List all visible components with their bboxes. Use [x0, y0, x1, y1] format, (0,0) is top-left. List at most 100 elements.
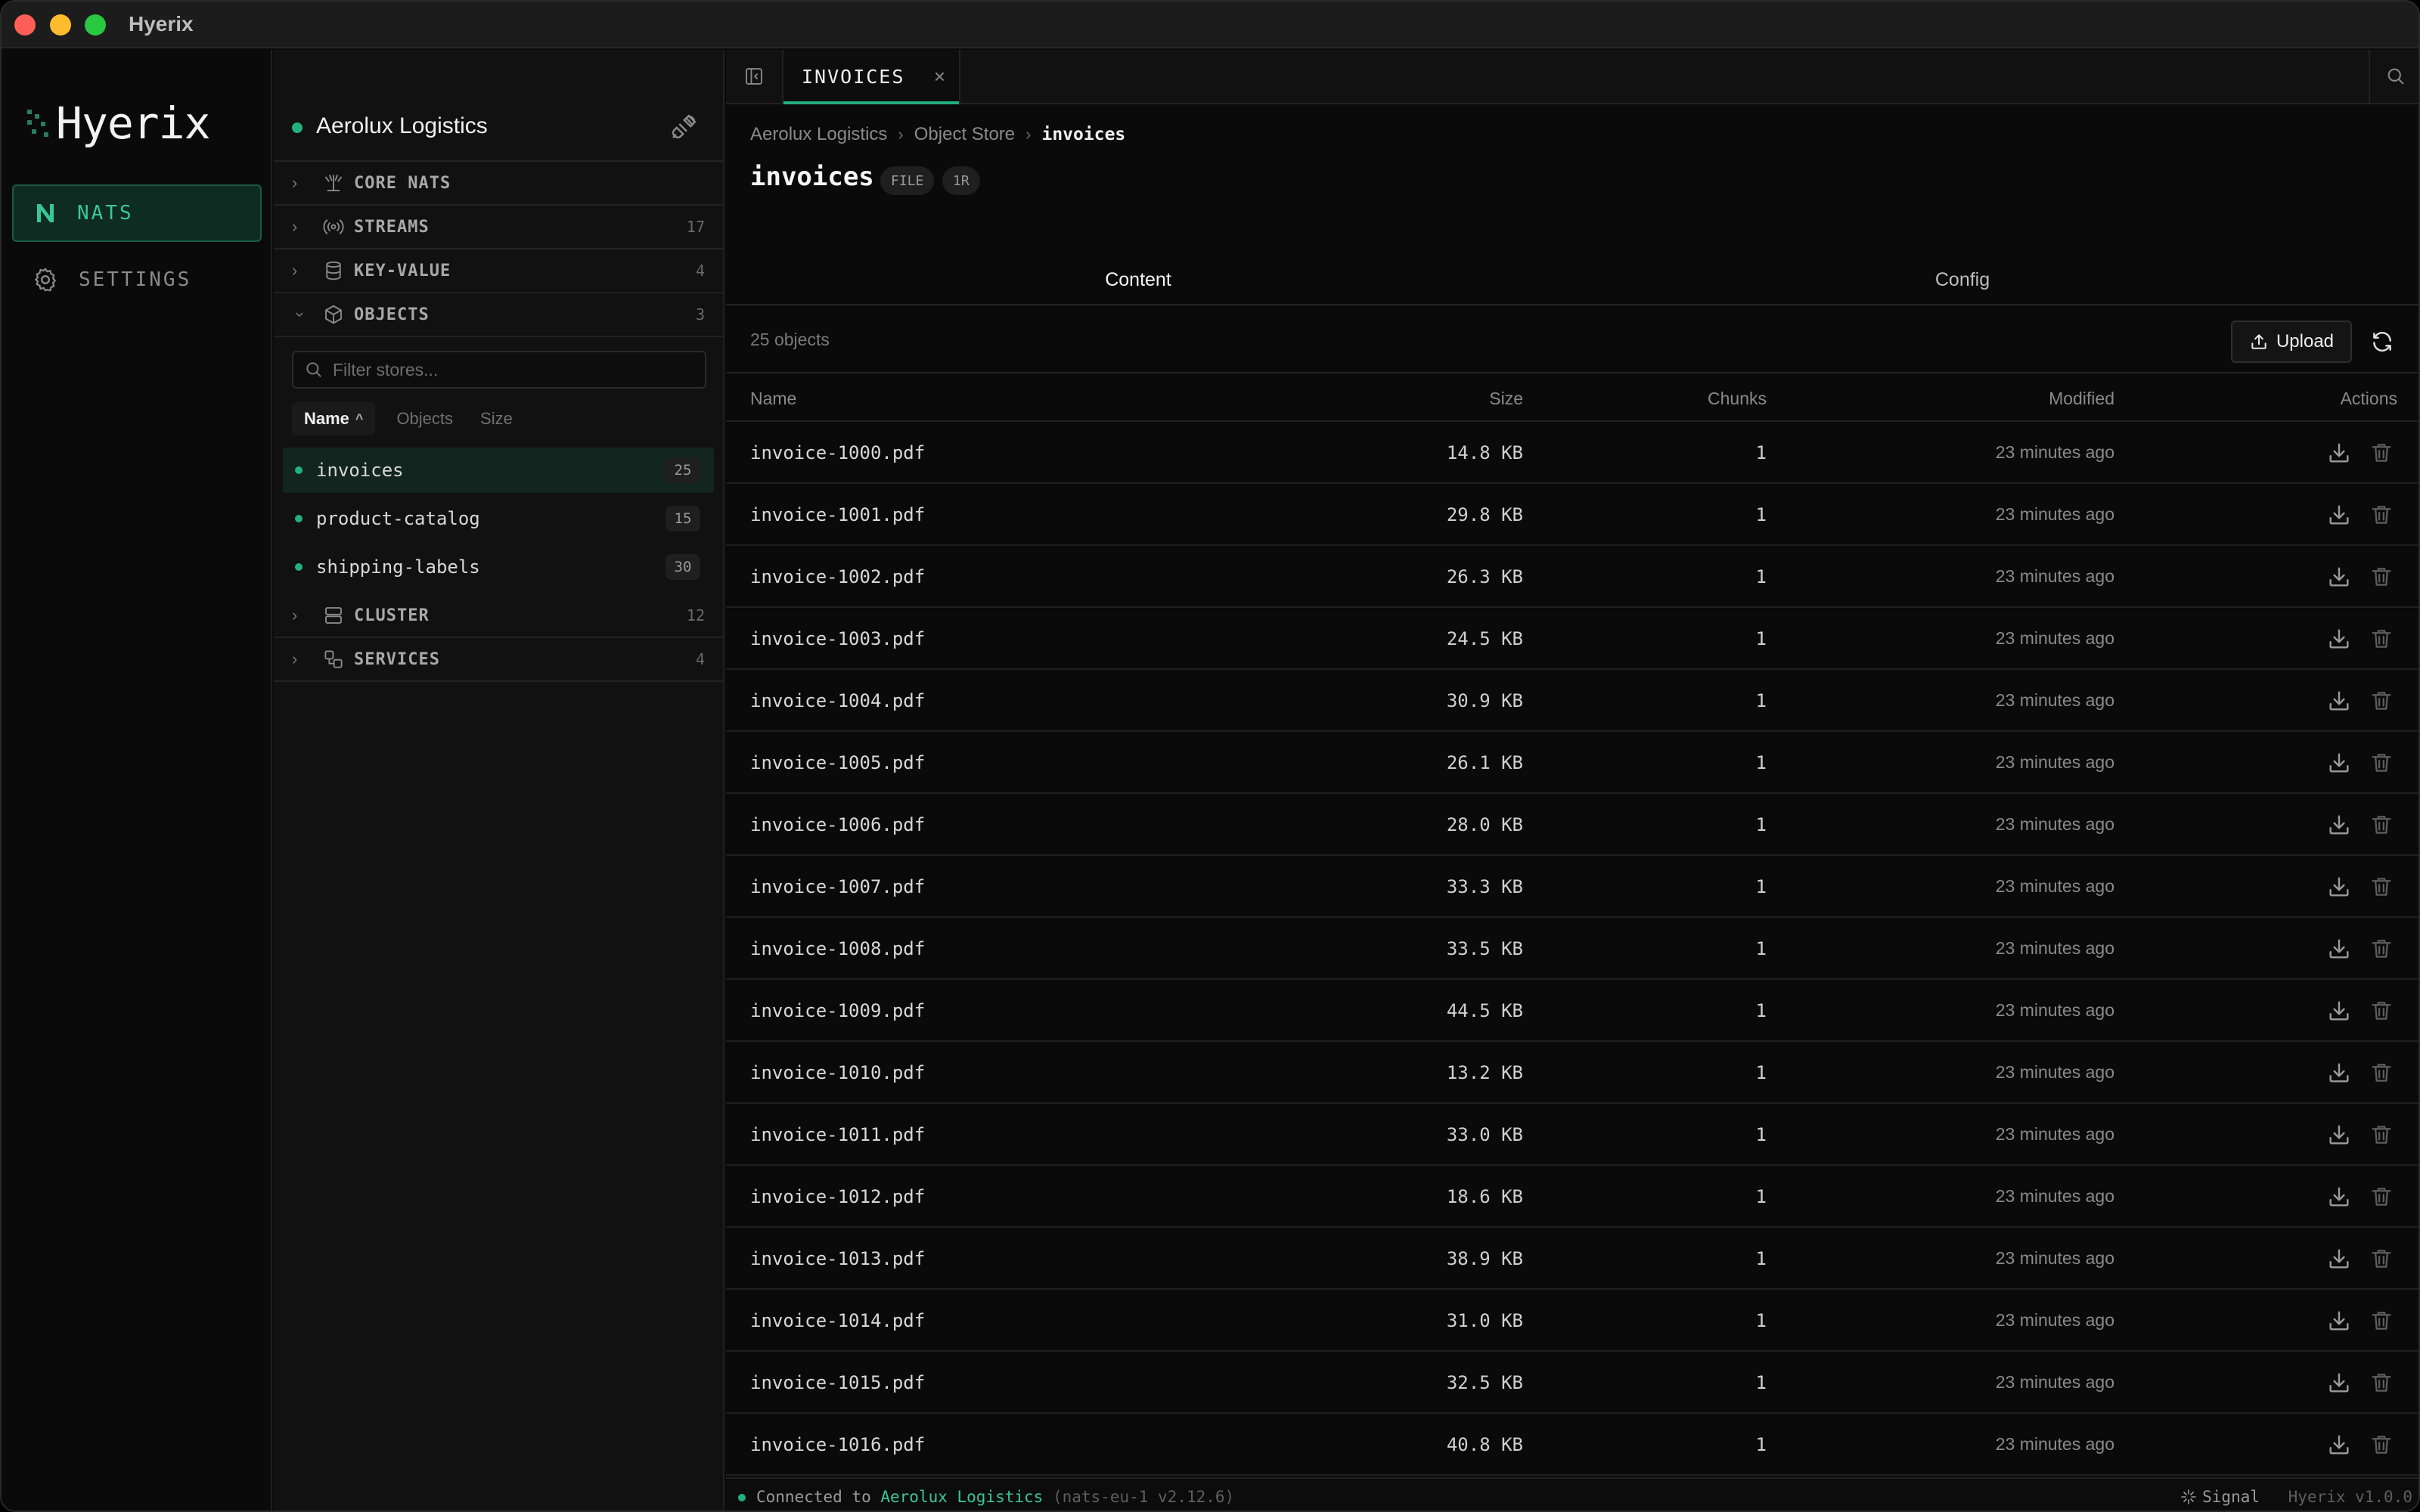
app-window: Hyerix Hyerix NATS SETTINGS Aerolux Logi… — [0, 0, 2420, 1512]
download-icon[interactable] — [2326, 1184, 2352, 1210]
trash-icon[interactable] — [2369, 564, 2394, 590]
table-row[interactable]: invoice-1014.pdf 31.0 KB 1 23 minutes ago — [726, 1290, 2418, 1352]
object-chunks: 1 — [1755, 1062, 1767, 1083]
store-item-product-catalog[interactable]: product-catalog 15 — [283, 496, 714, 541]
column-header-name[interactable]: Name — [750, 389, 796, 409]
trash-icon[interactable] — [2369, 1370, 2394, 1396]
download-icon[interactable] — [2326, 688, 2352, 714]
download-icon[interactable] — [2326, 1432, 2352, 1458]
trash-icon[interactable] — [2369, 1246, 2394, 1272]
table-row[interactable]: invoice-1007.pdf 33.3 KB 1 23 minutes ago — [726, 856, 2418, 918]
trash-icon[interactable] — [2369, 998, 2394, 1024]
table-row[interactable]: invoice-1011.pdf 33.0 KB 1 23 minutes ago — [726, 1104, 2418, 1166]
table-row[interactable]: invoice-1015.pdf 32.5 KB 1 23 minutes ago — [726, 1352, 2418, 1414]
download-icon[interactable] — [2326, 812, 2352, 838]
object-size: 13.2 KB — [1446, 1062, 1523, 1083]
download-icon[interactable] — [2326, 564, 2352, 590]
object-size: 30.9 KB — [1446, 690, 1523, 711]
trash-icon[interactable] — [2369, 750, 2394, 776]
download-icon[interactable] — [2326, 750, 2352, 776]
tab-config[interactable]: Config — [1550, 256, 2375, 304]
table-row[interactable]: invoice-1003.pdf 24.5 KB 1 23 minutes ago — [726, 608, 2418, 670]
store-item-shipping-labels[interactable]: shipping-labels 30 — [283, 544, 714, 590]
trash-icon[interactable] — [2369, 812, 2394, 838]
trash-icon[interactable] — [2369, 626, 2394, 652]
trash-icon[interactable] — [2369, 936, 2394, 962]
trash-icon[interactable] — [2369, 440, 2394, 466]
nav-item-settings[interactable]: SETTINGS — [12, 251, 262, 308]
object-modified: 23 minutes ago — [1995, 1310, 2114, 1330]
table-row[interactable]: invoice-1005.pdf 26.1 KB 1 23 minutes ago — [726, 732, 2418, 794]
object-modified: 23 minutes ago — [1995, 938, 2114, 958]
filter-stores-input[interactable] — [333, 359, 696, 380]
table-row[interactable]: invoice-1008.pdf 33.5 KB 1 23 minutes ago — [726, 918, 2418, 980]
column-header-size[interactable]: Size — [1489, 389, 1523, 409]
table-row[interactable]: invoice-1010.pdf 13.2 KB 1 23 minutes ago — [726, 1042, 2418, 1104]
tab-invoices[interactable]: INVOICES × — [783, 50, 960, 104]
window-maximize-button[interactable] — [85, 14, 106, 36]
close-icon[interactable]: × — [934, 65, 945, 88]
refresh-button[interactable] — [2361, 321, 2403, 363]
download-icon[interactable] — [2326, 998, 2352, 1024]
table-row[interactable]: invoice-1001.pdf 29.8 KB 1 23 minutes ago — [726, 484, 2418, 546]
tab-content[interactable]: Content — [726, 256, 1550, 304]
section-key-value[interactable]: › KEY-VALUE 4 — [274, 249, 723, 293]
trash-icon[interactable] — [2369, 874, 2394, 900]
sort-label: Name — [304, 409, 349, 428]
search-button[interactable] — [2369, 50, 2418, 103]
download-icon[interactable] — [2326, 936, 2352, 962]
status-prefix: Connected to — [756, 1488, 871, 1506]
download-icon[interactable] — [2326, 1246, 2352, 1272]
signal-indicator[interactable]: Signal — [2180, 1488, 2260, 1506]
download-icon[interactable] — [2326, 440, 2352, 466]
box-icon — [325, 305, 342, 324]
trash-icon[interactable] — [2369, 1184, 2394, 1210]
services-icon — [324, 650, 343, 668]
column-header-chunks[interactable]: Chunks — [1708, 389, 1767, 409]
download-icon[interactable] — [2326, 626, 2352, 652]
section-count: 12 — [686, 606, 705, 624]
window-close-button[interactable] — [14, 14, 36, 36]
breadcrumb-item-object-store[interactable]: Object Store — [914, 124, 1015, 145]
sort-by-name-button[interactable]: Name ^ — [292, 402, 376, 435]
table-row[interactable]: invoice-1012.pdf 18.6 KB 1 23 minutes ago — [726, 1166, 2418, 1228]
object-modified: 23 minutes ago — [1995, 814, 2114, 834]
section-streams[interactable]: › STREAMS 17 — [274, 206, 723, 249]
section-cluster[interactable]: › CLUSTER 12 — [274, 594, 723, 638]
section-objects[interactable]: › OBJECTS 3 — [274, 293, 723, 337]
trash-icon[interactable] — [2369, 1122, 2394, 1148]
collapse-sidebar-button[interactable] — [726, 50, 783, 103]
download-icon[interactable] — [2326, 502, 2352, 528]
table-row[interactable]: invoice-1009.pdf 44.5 KB 1 23 minutes ago — [726, 980, 2418, 1042]
table-row[interactable]: invoice-1006.pdf 28.0 KB 1 23 minutes ago — [726, 794, 2418, 856]
section-services[interactable]: › SERVICES 4 — [274, 638, 723, 682]
breadcrumb-item-connection[interactable]: Aerolux Logistics — [750, 124, 887, 145]
store-item-invoices[interactable]: invoices 25 — [283, 448, 714, 493]
trash-icon[interactable] — [2369, 1060, 2394, 1086]
table-row[interactable]: invoice-1000.pdf 14.8 KB 1 23 minutes ago — [726, 422, 2418, 484]
filter-stores-field[interactable] — [292, 351, 706, 389]
download-icon[interactable] — [2326, 1308, 2352, 1334]
download-icon[interactable] — [2326, 1060, 2352, 1086]
table-row[interactable]: invoice-1002.pdf 26.3 KB 1 23 minutes ago — [726, 546, 2418, 608]
trash-icon[interactable] — [2369, 1308, 2394, 1334]
table-row[interactable]: invoice-1004.pdf 30.9 KB 1 23 minutes ago — [726, 670, 2418, 732]
upload-button[interactable]: Upload — [2231, 321, 2352, 363]
disconnect-button[interactable] — [669, 112, 699, 142]
trash-icon[interactable] — [2369, 502, 2394, 528]
window-minimize-button[interactable] — [50, 14, 71, 36]
trash-icon[interactable] — [2369, 688, 2394, 714]
nav-item-nats[interactable]: NATS — [12, 184, 262, 242]
download-icon[interactable] — [2326, 874, 2352, 900]
column-header-modified[interactable]: Modified — [2049, 389, 2114, 409]
trash-icon[interactable] — [2369, 1432, 2394, 1458]
table-row[interactable]: invoice-1013.pdf 38.9 KB 1 23 minutes ago — [726, 1228, 2418, 1290]
sort-by-size-button[interactable]: Size — [468, 402, 525, 435]
section-core-nats[interactable]: › CORE NATS — [274, 162, 723, 206]
table-row[interactable]: invoice-1016.pdf 40.8 KB 1 23 minutes ago — [726, 1414, 2418, 1476]
download-icon[interactable] — [2326, 1122, 2352, 1148]
object-size: 44.5 KB — [1446, 1000, 1523, 1021]
download-icon[interactable] — [2326, 1370, 2352, 1396]
section-count: 4 — [695, 262, 705, 280]
sort-by-objects-button[interactable]: Objects — [384, 402, 465, 435]
